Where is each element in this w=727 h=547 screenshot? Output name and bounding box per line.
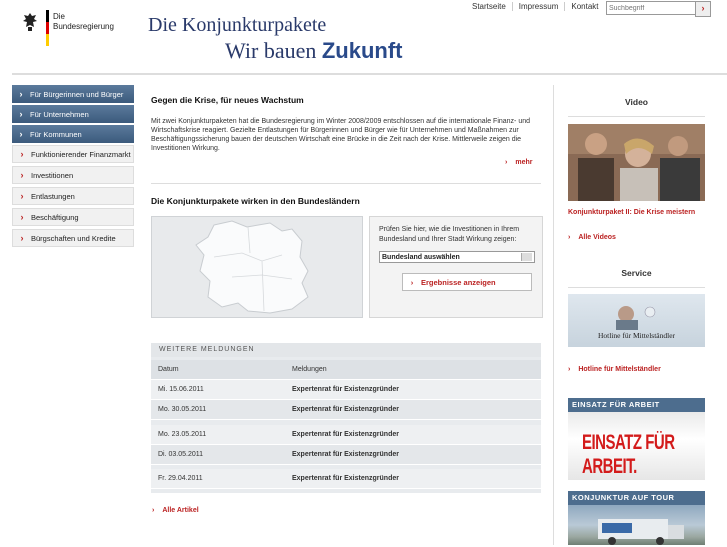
site-slogan: Wir bauen Zukunft <box>225 38 403 64</box>
logo-line2: Bundesregierung <box>53 22 114 31</box>
row-date: Di. 03.05.2011 <box>158 451 204 458</box>
tour-banner-image[interactable] <box>568 505 705 545</box>
table-row[interactable]: Fr. 29.04.2011 Expertenrat für Existenzg… <box>151 469 541 489</box>
top-navigation: Startseite Impressum Kontakt <box>466 2 605 11</box>
sidebar-item-entlastungen[interactable]: › Entlastungen <box>12 187 134 205</box>
slogan-part2: Zukunft <box>321 38 403 63</box>
hotline-label: Hotline für Mittelständler <box>578 366 661 373</box>
sidebar-item-buergschaften[interactable]: › Bürgschaften und Kredite <box>12 229 134 247</box>
sidebar-item-investitionen[interactable]: › Investitionen <box>12 166 134 184</box>
logo-line1: Die <box>53 12 66 21</box>
row-date: Mo. 23.05.2011 <box>158 431 207 438</box>
chevron-right-icon: › <box>505 159 508 166</box>
table-header-row: Datum Meldungen <box>151 360 541 380</box>
top-link-kontakt[interactable]: Kontakt <box>565 2 604 11</box>
sidebar-item-label: Funktionierender Finanzmarkt <box>31 149 131 159</box>
show-results-button[interactable]: › Ergebnisse anzeigen <box>402 273 532 291</box>
chevron-right-icon: › <box>19 129 23 139</box>
select-value: Bundesland auswählen <box>382 253 460 261</box>
chevron-right-icon: › <box>20 170 24 180</box>
all-articles-label: Alle Artikel <box>162 507 199 514</box>
row-date: Mi. 15.06.2011 <box>158 386 204 393</box>
laender-title: Die Konjunkturpakete wirken in den Bunde… <box>151 196 360 206</box>
chevron-right-icon: › <box>19 89 23 99</box>
sidebar-item-beschaeftigung[interactable]: › Beschäftigung <box>12 208 134 226</box>
top-link-startseite[interactable]: Startseite <box>466 2 513 11</box>
service-divider <box>568 287 705 288</box>
slogan-part1: Wir bauen <box>225 38 317 63</box>
chevron-right-icon: › <box>20 233 24 243</box>
row-message[interactable]: Expertenrat für Existenzgründer <box>292 386 399 393</box>
tour-banner-title[interactable]: KONJUNKTUR AUF TOUR <box>568 491 705 505</box>
chevron-right-icon: › <box>568 366 571 373</box>
video-heading: Video <box>625 97 648 107</box>
sidebar-item-buerger[interactable]: › Für Bürgerinnen und Bürger <box>12 85 134 103</box>
sidebar-item-label: Für Unternehmen <box>30 109 89 119</box>
column-header-date: Datum <box>158 366 179 373</box>
chevron-right-icon: › <box>568 234 571 241</box>
service-heading: Service <box>621 268 652 278</box>
news-heading: WEITERE MELDUNGEN <box>151 343 541 357</box>
einsatz-banner-title[interactable]: EINSATZ FÜR ARBEIT <box>568 398 705 412</box>
sidebar-item-label: Für Bürgerinnen und Bürger <box>30 89 124 99</box>
form-instructions: Prüfen Sie hier, wie die Investitionen i… <box>379 226 520 243</box>
bundesland-select[interactable]: Bundesland auswählen <box>379 251 535 263</box>
hotline-link[interactable]: › Hotline für Mittelständler <box>568 366 661 373</box>
row-message[interactable]: Expertenrat für Existenzgründer <box>292 406 399 413</box>
video-thumbnail[interactable] <box>568 124 705 201</box>
sidebar-item-unternehmen[interactable]: › Für Unternehmen <box>12 105 134 123</box>
dropdown-arrow-icon <box>521 253 532 261</box>
header-divider <box>12 73 727 75</box>
section-divider <box>151 183 541 184</box>
eagle-logo-icon <box>22 12 38 32</box>
sidebar-item-label: Investitionen <box>31 170 74 180</box>
sidebar-item-kommunen[interactable]: › Für Kommunen <box>12 125 134 143</box>
show-results-label: Ergebnisse anzeigen <box>421 277 496 287</box>
einsatz-banner[interactable]: EINSATZ FÜR ARBEIT. <box>568 412 705 480</box>
all-articles-link[interactable]: › Alle Artikel <box>152 507 199 514</box>
chevron-right-icon: › <box>20 149 24 159</box>
search-input[interactable] <box>606 1 696 15</box>
row-date: Fr. 29.04.2011 <box>158 475 203 482</box>
top-link-impressum[interactable]: Impressum <box>513 2 566 11</box>
chevron-right-icon: › <box>152 507 155 514</box>
chevron-right-icon: › <box>410 277 414 287</box>
flag-bar <box>46 10 49 46</box>
row-date: Mo. 30.05.2011 <box>158 406 207 413</box>
row-message[interactable]: Expertenrat für Existenzgründer <box>292 475 399 482</box>
all-videos-label: Alle Videos <box>578 234 616 241</box>
chevron-right-icon: › <box>19 109 23 119</box>
more-link[interactable]: › mehr <box>505 159 532 166</box>
row-message[interactable]: Expertenrat für Existenzgründer <box>292 431 399 438</box>
more-label: mehr <box>515 159 533 166</box>
table-row[interactable]: Di. 03.05.2011 Expertenrat für Existenzg… <box>151 445 541 465</box>
site-title: Die Konjunkturpakete <box>148 14 327 36</box>
row-message[interactable]: Expertenrat für Existenzgründer <box>292 451 399 458</box>
sidebar-item-label: Entlastungen <box>31 191 75 201</box>
einsatz-banner-text: EINSATZ FÜR ARBEIT. <box>582 431 675 479</box>
sidebar-item-label: Beschäftigung <box>31 212 79 222</box>
column-header-messages: Meldungen <box>292 366 327 373</box>
sidebar-item-finanzmarkt[interactable]: › Funktionierender Finanzmarkt <box>12 145 134 163</box>
video-divider <box>568 116 705 117</box>
germany-map[interactable] <box>151 216 363 318</box>
column-divider <box>553 85 554 545</box>
service-caption: Hotline für Mittelständler <box>597 331 676 340</box>
intro-title: Gegen die Krise, für neues Wachstum <box>151 95 304 105</box>
chevron-right-icon: › <box>20 191 24 201</box>
search-button[interactable]: › <box>695 1 711 17</box>
all-videos-link[interactable]: › Alle Videos <box>568 234 616 241</box>
table-row[interactable]: Mi. 15.06.2011 Expertenrat für Existenzg… <box>151 380 541 400</box>
sidebar-item-label: Für Kommunen <box>30 129 82 139</box>
video-caption-link[interactable]: Konjunkturpaket II: Die Krise meistern <box>568 209 695 216</box>
intro-text: Mit zwei Konjunkturpaketen hat die Bunde… <box>151 118 531 152</box>
chevron-right-icon: › <box>20 212 24 222</box>
logo-text[interactable]: Die Bundesregierung <box>53 12 114 32</box>
table-row[interactable]: Mo. 30.05.2011 Expertenrat für Existenzg… <box>151 400 541 420</box>
table-row[interactable]: Mo. 23.05.2011 Expertenrat für Existenzg… <box>151 425 541 445</box>
sidebar-item-label: Bürgschaften und Kredite <box>31 233 116 243</box>
